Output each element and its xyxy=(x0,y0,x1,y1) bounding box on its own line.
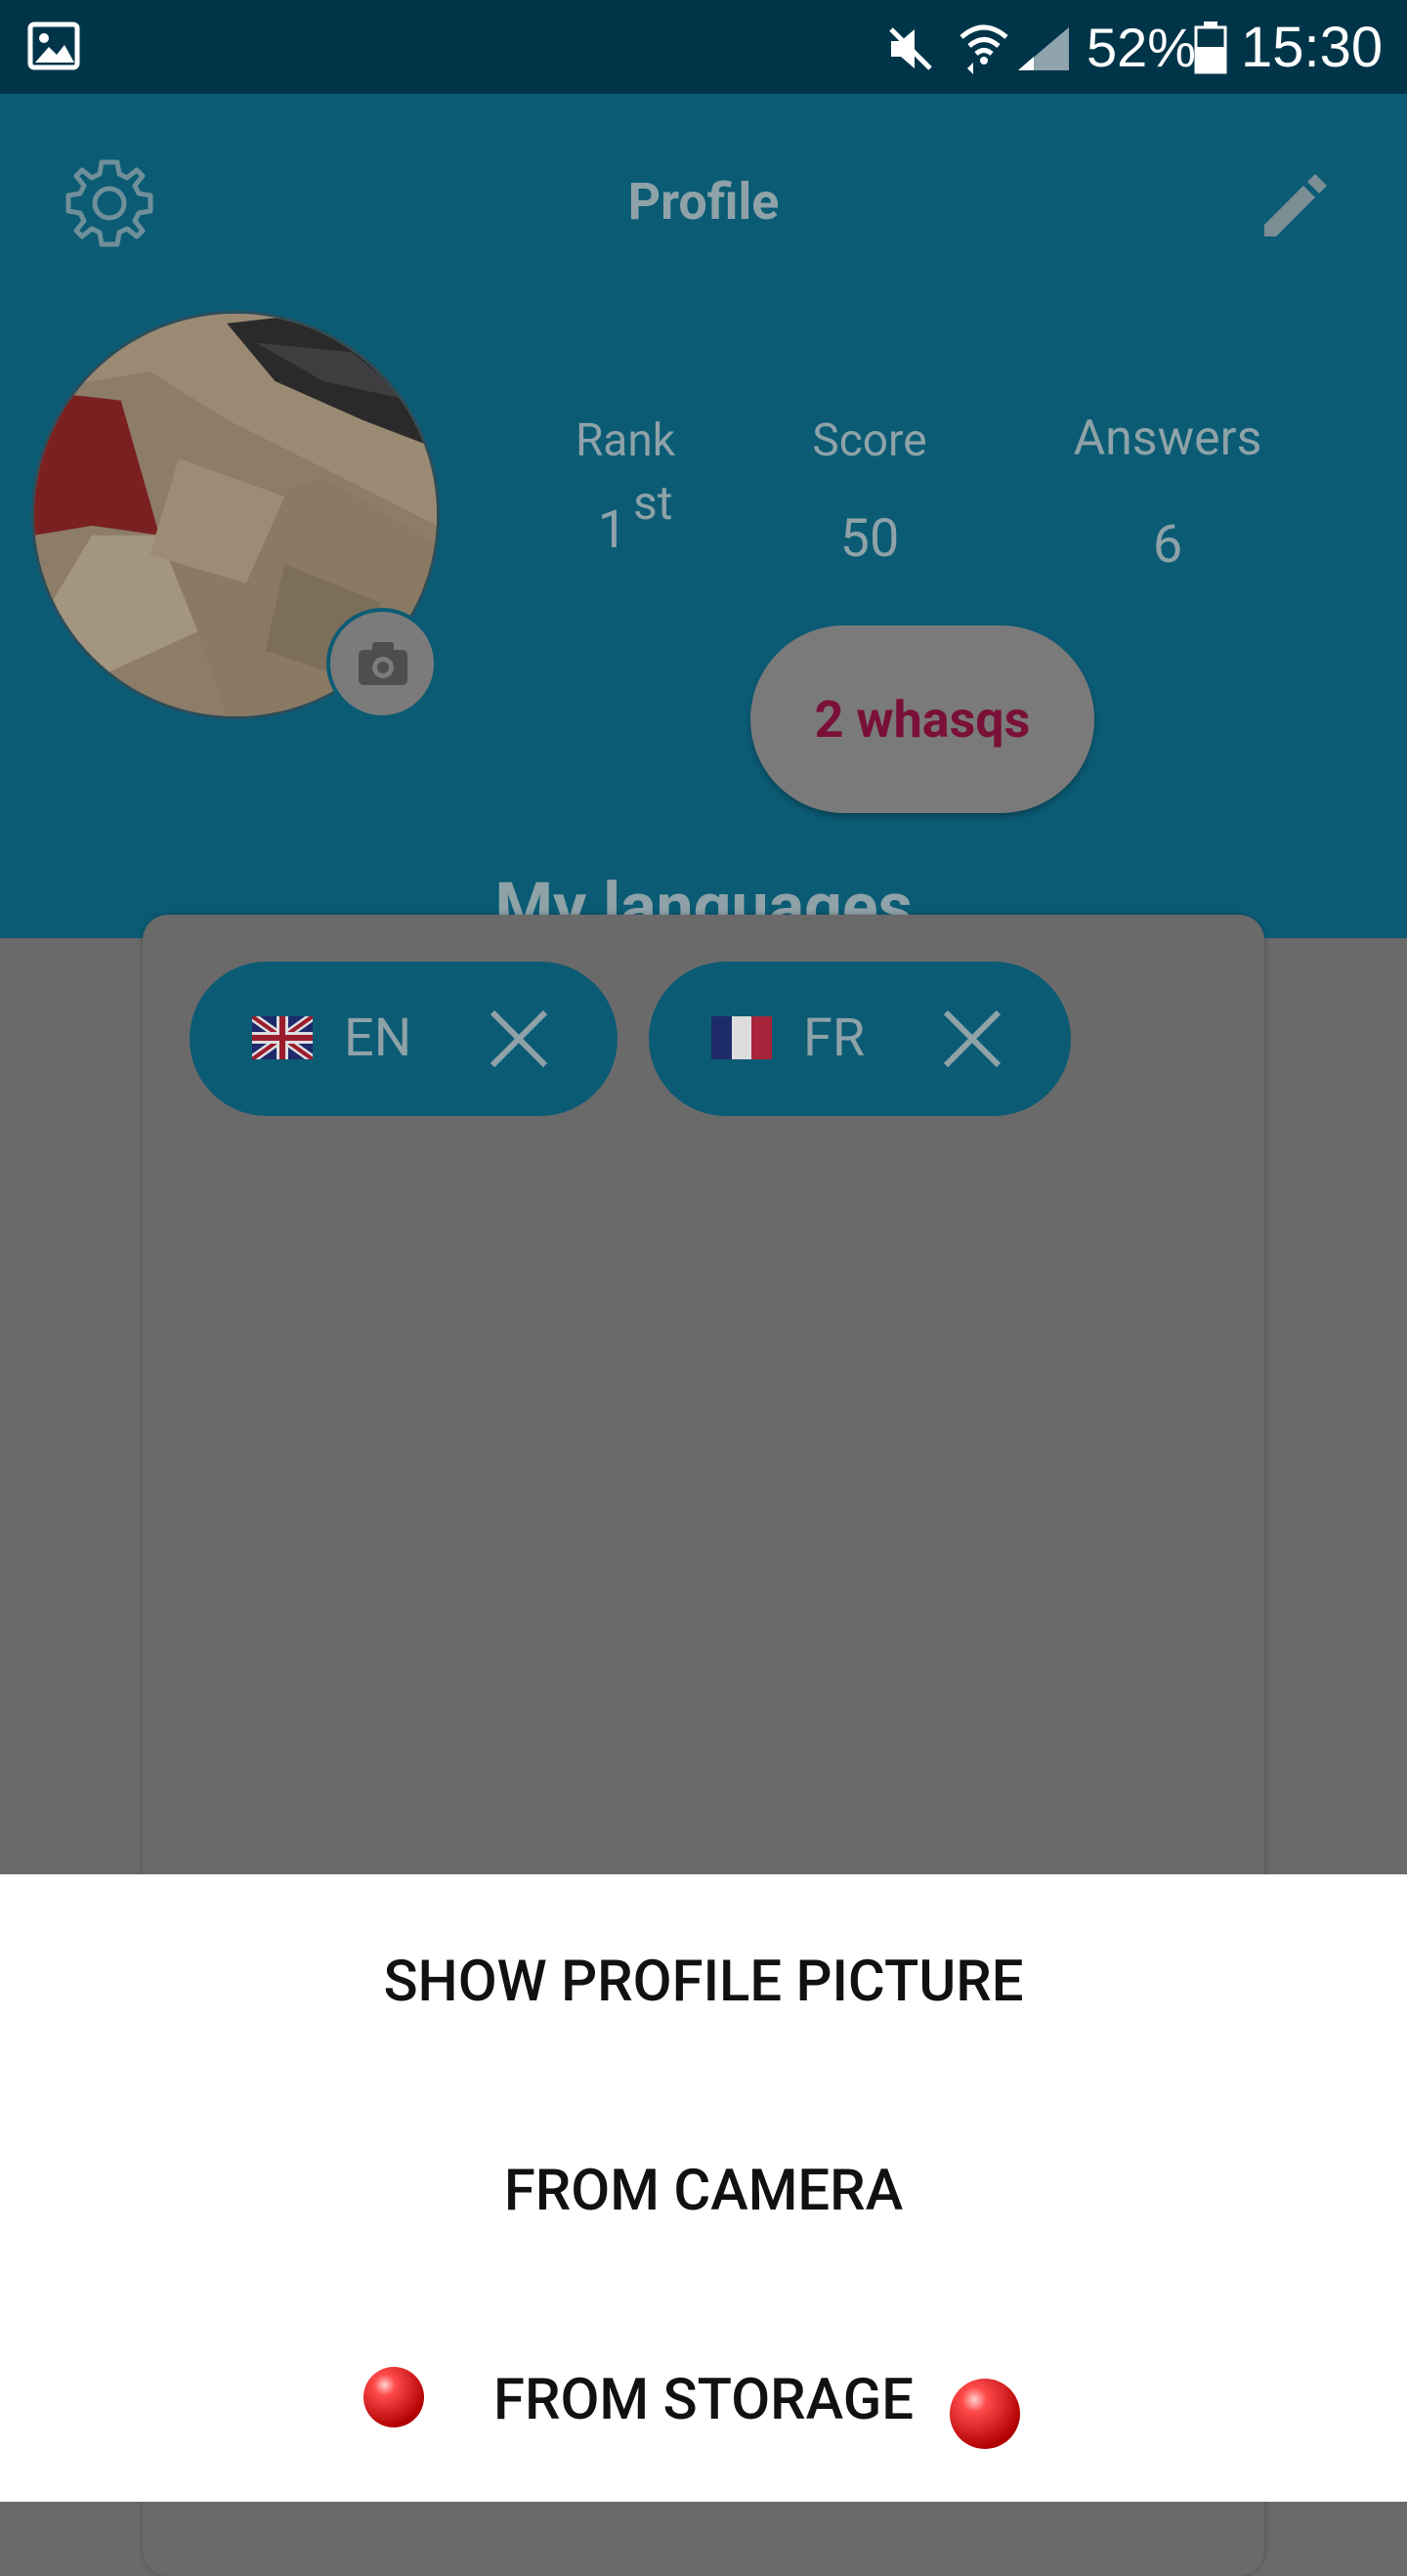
clock: 15:30 xyxy=(1241,16,1384,79)
camera-icon xyxy=(359,642,407,685)
language-code: FR xyxy=(803,1008,866,1069)
gallery-icon xyxy=(27,21,80,70)
photo-options-sheet: SHOW PROFILE PICTURE FROM CAMERA FROM ST… xyxy=(0,1874,1407,2502)
from-storage-option[interactable]: FROM STORAGE xyxy=(0,2351,1407,2449)
rank-number: 1 xyxy=(597,499,627,561)
close-icon[interactable] xyxy=(942,1009,1002,1069)
red-dot-icon xyxy=(950,2379,1020,2449)
signal-icon xyxy=(1018,27,1069,70)
status-bar: 52% 15:30 xyxy=(0,0,1407,94)
show-profile-picture-option[interactable]: SHOW PROFILE PICTURE xyxy=(0,1933,1407,2031)
battery-icon xyxy=(1194,21,1227,74)
language-chip-en[interactable]: EN xyxy=(190,962,618,1116)
language-code: EN xyxy=(344,1008,412,1069)
pencil-icon[interactable] xyxy=(1255,164,1337,246)
wifi-icon xyxy=(959,24,1008,74)
rank-value: 1st xyxy=(557,475,713,561)
rank-label: Rank xyxy=(575,414,676,467)
gear-icon[interactable] xyxy=(59,152,160,254)
page-title: Profile xyxy=(627,172,780,232)
mute-icon xyxy=(889,27,932,70)
answers-value: 6 xyxy=(1152,514,1183,576)
from-camera-option[interactable]: FROM CAMERA xyxy=(0,2142,1407,2240)
battery-percentage: 52% xyxy=(1087,17,1197,78)
language-chip-fr[interactable]: FR xyxy=(649,962,1071,1116)
close-icon[interactable] xyxy=(489,1009,549,1069)
answers-label: Answers xyxy=(1073,410,1262,467)
uk-flag-icon xyxy=(252,1016,313,1059)
rank-suffix: st xyxy=(632,475,673,531)
red-dot-icon xyxy=(363,2367,424,2427)
change-photo-button[interactable] xyxy=(326,608,438,719)
france-flag-icon xyxy=(711,1016,772,1059)
score-value: 50 xyxy=(839,508,900,570)
whasqs-button[interactable]: 2 whasqs xyxy=(750,625,1094,813)
score-label: Score xyxy=(812,414,927,467)
